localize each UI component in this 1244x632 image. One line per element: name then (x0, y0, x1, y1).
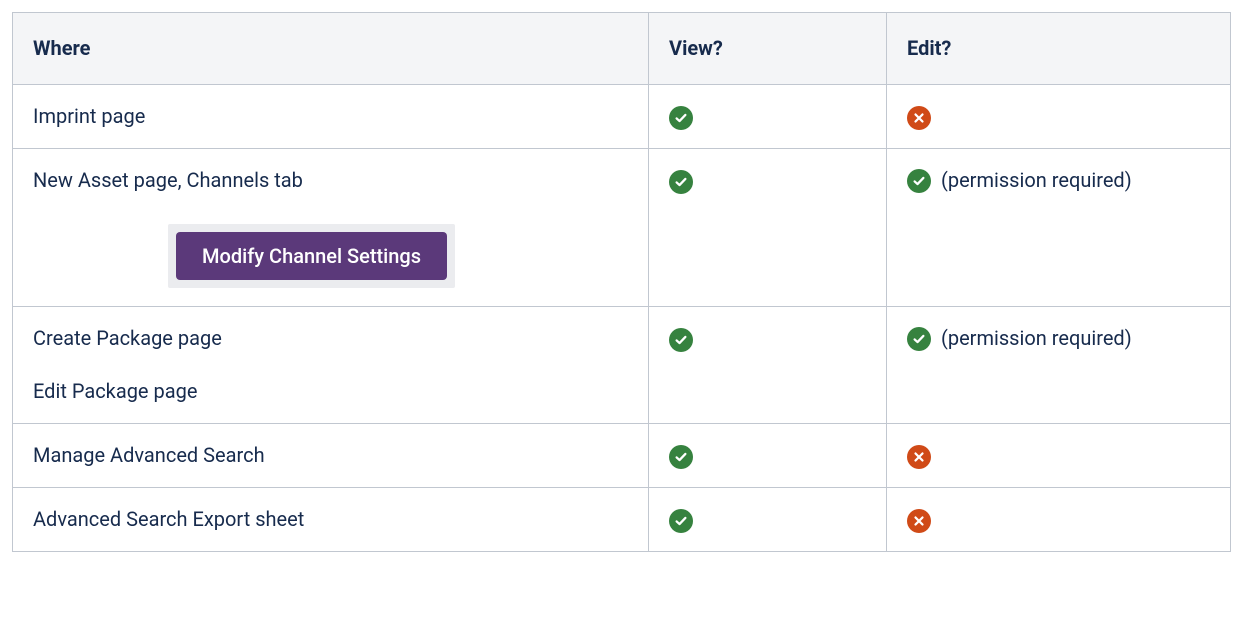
edit-cell (887, 424, 1231, 488)
check-icon (907, 327, 931, 351)
permission-note: (permission required) (941, 325, 1132, 352)
check-icon (669, 328, 693, 352)
where-cell: Create Package page Edit Package page (13, 307, 649, 424)
view-cell (649, 488, 887, 552)
check-icon (669, 509, 693, 533)
where-cell: New Asset page, Channels tab Modify Chan… (13, 149, 649, 307)
view-cell (649, 85, 887, 149)
table-row: Create Package page Edit Package page (p… (13, 307, 1231, 424)
check-icon (669, 170, 693, 194)
edit-cell: (permission required) (887, 307, 1231, 424)
header-edit: Edit? (887, 13, 1231, 85)
view-cell (649, 307, 887, 424)
where-text: Manage Advanced Search (33, 443, 265, 467)
table-row: Imprint page (13, 85, 1231, 149)
edit-cell: (permission required) (887, 149, 1231, 307)
view-cell (649, 424, 887, 488)
table-row: Advanced Search Export sheet (13, 488, 1231, 552)
table-row: Manage Advanced Search (13, 424, 1231, 488)
where-cell: Imprint page (13, 85, 649, 149)
where-cell: Advanced Search Export sheet (13, 488, 649, 552)
cross-icon (907, 509, 931, 533)
table-row: New Asset page, Channels tab Modify Chan… (13, 149, 1231, 307)
where-text: New Asset page, Channels tab (33, 168, 303, 192)
where-text: Advanced Search Export sheet (33, 507, 304, 531)
edit-cell (887, 488, 1231, 552)
check-icon (669, 106, 693, 130)
where-text: Edit Package page (33, 378, 628, 405)
cross-icon (907, 445, 931, 469)
modify-channel-settings-button[interactable]: Modify Channel Settings (176, 232, 447, 280)
where-text: Imprint page (33, 104, 145, 128)
permissions-table: Where View? Edit? Imprint page (12, 12, 1231, 552)
permission-note: (permission required) (941, 167, 1132, 194)
view-cell (649, 149, 887, 307)
where-text: Create Package page (33, 326, 222, 350)
header-view: View? (649, 13, 887, 85)
check-icon (907, 169, 931, 193)
cross-icon (907, 106, 931, 130)
where-cell: Manage Advanced Search (13, 424, 649, 488)
modify-button-container: Modify Channel Settings (168, 224, 455, 288)
edit-cell (887, 85, 1231, 149)
check-icon (669, 445, 693, 469)
header-where: Where (13, 13, 649, 85)
